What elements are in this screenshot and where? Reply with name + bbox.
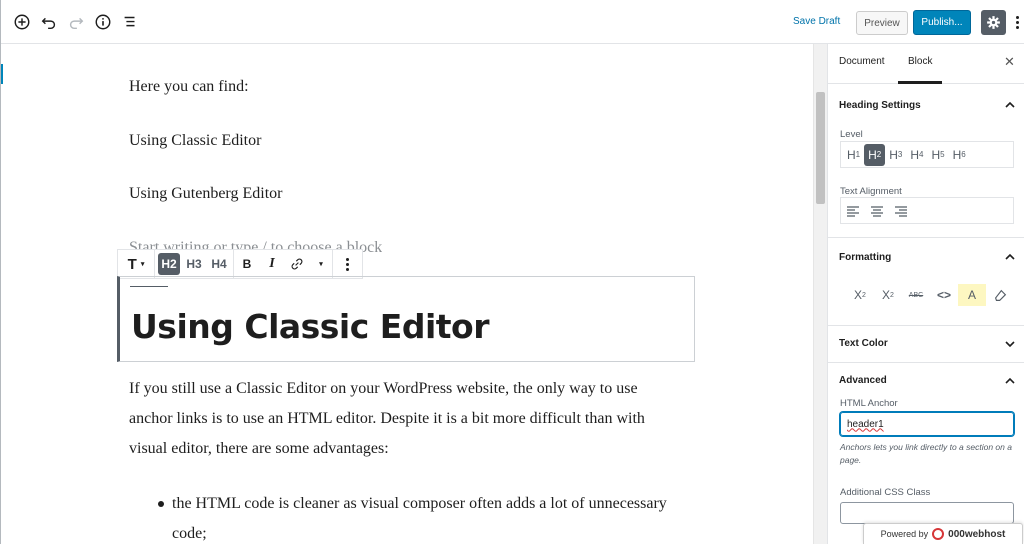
level-h2-button[interactable]: H2 bbox=[864, 143, 886, 166]
html-anchor-input[interactable]: header1 bbox=[840, 412, 1014, 436]
paragraph-block[interactable]: Using Gutenberg Editor bbox=[129, 185, 282, 203]
paragraph-block[interactable]: Here you can find: bbox=[129, 78, 249, 96]
chevron-down-icon[interactable] bbox=[1004, 338, 1016, 350]
css-class-label: Additional CSS Class bbox=[840, 487, 931, 498]
more-rich-text-caret-icon[interactable]: ▾ bbox=[310, 250, 332, 278]
close-icon[interactable]: ✕ bbox=[1004, 54, 1015, 70]
webhost-logo-icon bbox=[932, 528, 945, 540]
level-h5-button[interactable]: H5 bbox=[928, 144, 949, 166]
css-class-input[interactable] bbox=[840, 502, 1014, 524]
level-h6-button[interactable]: H6 bbox=[949, 144, 970, 166]
transform-block-button[interactable]: T ▾ bbox=[118, 250, 154, 278]
bullet-marker bbox=[158, 501, 164, 507]
gear-icon bbox=[987, 16, 1000, 29]
save-draft-link[interactable]: Save Draft bbox=[793, 16, 840, 27]
panel-title[interactable]: Text Color bbox=[839, 338, 888, 349]
block-toolbar: T ▾ H2 H3 H4 B I ▾ bbox=[117, 249, 363, 279]
superscript-icon[interactable]: X2 bbox=[846, 284, 874, 306]
heading-dash bbox=[130, 286, 168, 287]
link-button[interactable] bbox=[284, 250, 310, 278]
focus-indicator bbox=[1, 64, 3, 84]
align-left-icon[interactable] bbox=[845, 203, 861, 219]
panel-title[interactable]: Formatting bbox=[839, 252, 891, 263]
level-h4-button[interactable]: H4 bbox=[906, 144, 927, 166]
text-alignment-label: Text Alignment bbox=[840, 186, 902, 197]
bold-button[interactable]: B bbox=[234, 250, 260, 278]
level-h3-button[interactable]: H3 bbox=[885, 144, 906, 166]
eraser-icon[interactable] bbox=[986, 284, 1014, 306]
undo-icon[interactable] bbox=[39, 12, 59, 32]
app-frame: Save Draft Preview Publish... Here you c bbox=[0, 0, 1024, 544]
code-icon[interactable]: <> bbox=[930, 284, 958, 306]
html-anchor-label: HTML Anchor bbox=[840, 398, 898, 409]
heading-level-h2-button[interactable]: H2 bbox=[158, 253, 180, 275]
block-navigation-icon[interactable] bbox=[120, 12, 140, 32]
info-icon[interactable] bbox=[93, 12, 113, 32]
sidebar-tabs: Document Block ✕ bbox=[828, 44, 1024, 84]
settings-gear-button[interactable] bbox=[981, 10, 1006, 35]
italic-button[interactable]: I bbox=[260, 250, 284, 278]
redo-icon[interactable] bbox=[66, 12, 86, 32]
heading-level-selector: H1 H2 H3 H4 H5 H6 bbox=[840, 141, 1014, 168]
align-right-icon[interactable] bbox=[893, 203, 909, 219]
scrollbar-thumb[interactable] bbox=[816, 92, 825, 204]
heading-block[interactable]: Using Classic Editor bbox=[117, 276, 695, 362]
add-block-icon[interactable] bbox=[12, 12, 32, 32]
align-center-icon[interactable] bbox=[869, 203, 885, 219]
block-more-options-icon[interactable] bbox=[333, 250, 361, 278]
heading-level-group: H2 H3 H4 bbox=[155, 250, 233, 278]
chevron-up-icon[interactable] bbox=[1004, 99, 1016, 111]
heading-settings-panel: Heading Settings Level H1 H2 H3 H4 H5 H6… bbox=[828, 84, 1024, 238]
chevron-up-icon[interactable] bbox=[1004, 375, 1016, 387]
paragraph-block[interactable]: Using Classic Editor bbox=[129, 132, 261, 150]
strikethrough-icon[interactable]: ABC bbox=[902, 284, 930, 306]
alignment-selector bbox=[840, 197, 1014, 224]
anchor-help-text: Anchors lets you link directly to a sect… bbox=[840, 442, 1012, 465]
heading-text[interactable]: Using Classic Editor bbox=[131, 307, 490, 346]
panel-title[interactable]: Advanced bbox=[839, 375, 887, 386]
panel-title[interactable]: Heading Settings bbox=[839, 100, 921, 111]
link-icon bbox=[291, 258, 303, 270]
chevron-up-icon[interactable] bbox=[1004, 251, 1016, 263]
tab-document[interactable]: Document bbox=[839, 56, 885, 67]
editor-scrollbar[interactable] bbox=[813, 44, 827, 544]
list-item[interactable]: the HTML code is cleaner as visual compo… bbox=[172, 489, 692, 544]
caret-down-icon: ▾ bbox=[140, 261, 145, 268]
more-options-icon[interactable] bbox=[1012, 12, 1022, 32]
settings-sidebar: Document Block ✕ Heading Settings Level … bbox=[827, 44, 1024, 544]
powered-by-badge[interactable]: Powered by 000webhost bbox=[863, 523, 1023, 544]
highlight-icon[interactable]: A bbox=[958, 284, 986, 306]
subscript-icon[interactable]: X2 bbox=[874, 284, 902, 306]
top-toolbar: Save Draft Preview Publish... bbox=[1, 0, 1024, 44]
level-h1-button[interactable]: H1 bbox=[843, 144, 864, 166]
formatting-panel: Formatting bbox=[828, 238, 1024, 326]
heading-level-h3-button[interactable]: H3 bbox=[183, 250, 205, 278]
text-color-panel: Text Color bbox=[828, 326, 1024, 363]
tab-block[interactable]: Block bbox=[908, 56, 932, 67]
level-label: Level bbox=[840, 129, 863, 140]
publish-button[interactable]: Publish... bbox=[913, 10, 971, 35]
editor-canvas: Here you can find: Using Classic Editor … bbox=[1, 44, 813, 544]
heading-level-h4-button[interactable]: H4 bbox=[208, 250, 230, 278]
formatting-buttons: X2 X2 ABC <> A bbox=[846, 284, 1014, 306]
paragraph-block[interactable]: If you still use a Classic Editor on you… bbox=[129, 374, 679, 464]
preview-button[interactable]: Preview bbox=[856, 11, 908, 35]
